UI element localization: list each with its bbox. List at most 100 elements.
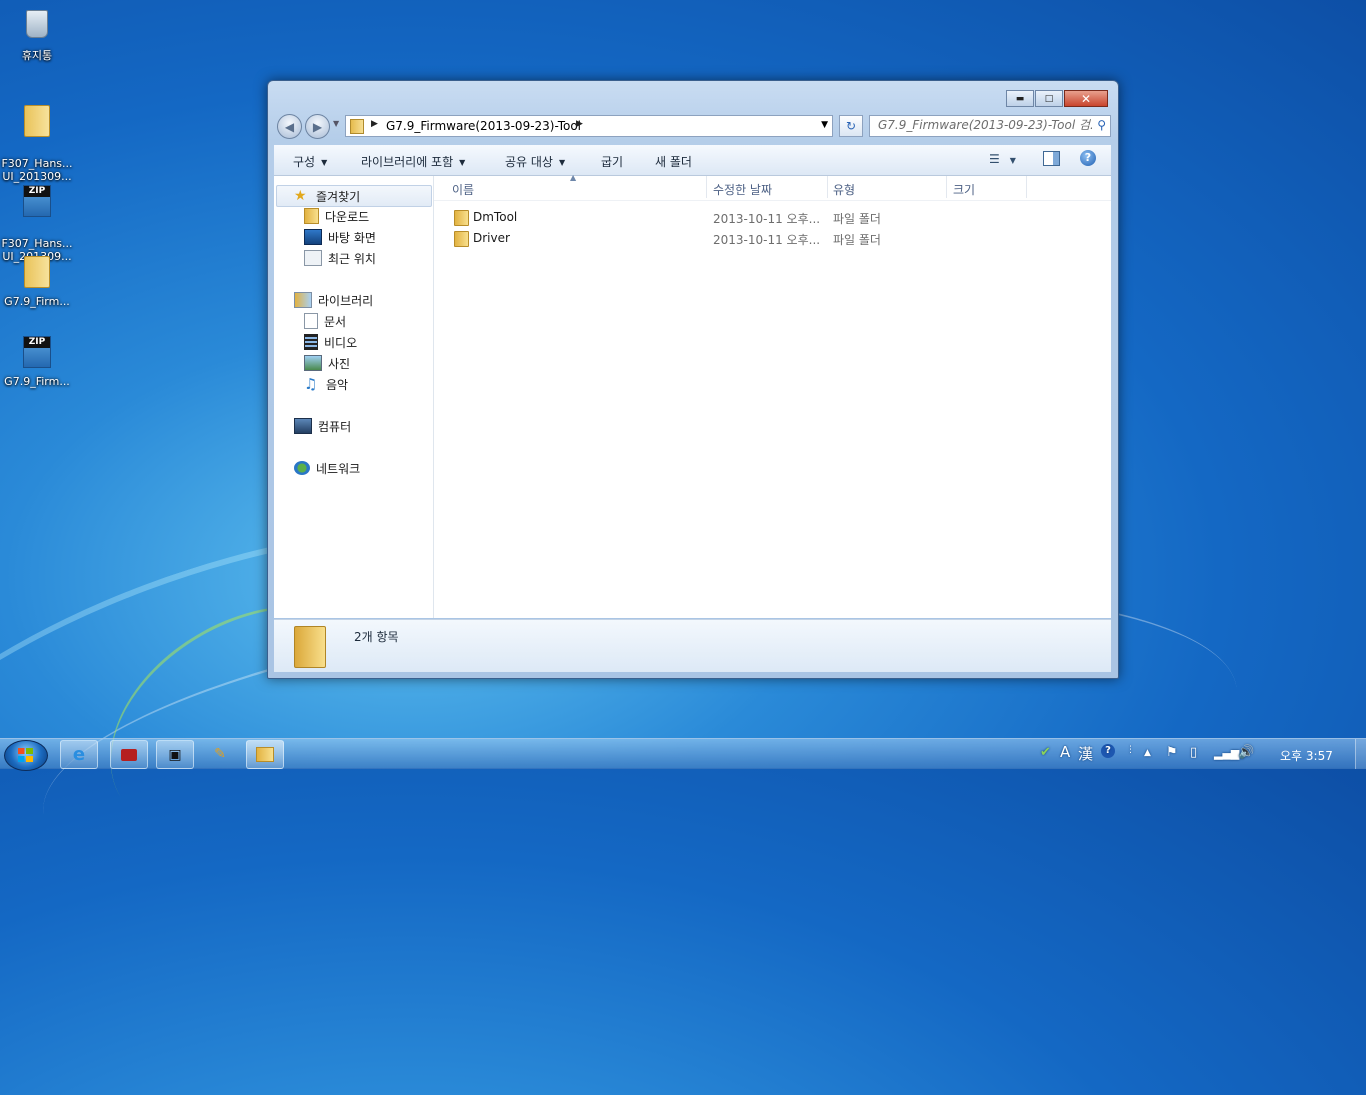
forward-button[interactable]: ▶ <box>305 114 330 139</box>
column-type[interactable]: 유형 <box>833 181 855 198</box>
system-clock[interactable]: 오후 3:57 <box>1280 747 1333 764</box>
file-list: ▲ 이름 수정한 날짜 유형 크기 DmTool 2013-10-11 오후..… <box>434 173 1111 618</box>
file-row[interactable]: Driver 2013-10-11 오후... 파일 폴더 <box>446 228 1106 248</box>
new-folder-button[interactable]: 새 폴더 <box>655 153 692 170</box>
folder-icon <box>256 747 274 762</box>
address-bar[interactable]: ▶ G7.9_Firmware(2013-09-23)-Tool ▶ ▼ <box>345 115 833 137</box>
nav-videos[interactable]: 비디오 <box>304 332 357 352</box>
file-row[interactable]: DmTool 2013-10-11 오후... 파일 폴더 <box>446 207 1106 227</box>
taskbar-paint-app[interactable]: ✎ <box>202 740 238 767</box>
chevron-down-icon: ▼ <box>321 158 328 167</box>
view-options-button[interactable]: ☰ ▼ <box>989 152 1016 166</box>
chevron-down-icon: ▼ <box>459 158 466 167</box>
chevron-down-icon: ▼ <box>1009 156 1016 165</box>
breadcrumb-current-folder[interactable]: G7.9_Firmware(2013-09-23)-Tool <box>386 119 581 133</box>
navigation-bar: ◀ ▶ ▼ ▶ G7.9_Firmware(2013-09-23)-Tool ▶… <box>276 113 1111 139</box>
nav-recent-places[interactable]: 최근 위치 <box>304 248 376 268</box>
search-box[interactable]: ⚲ <box>869 115 1111 137</box>
ime-help-icon[interactable]: ? <box>1101 744 1115 758</box>
show-hidden-icons-chevron-icon[interactable]: ▲ <box>1144 748 1151 758</box>
column-divider[interactable] <box>827 176 828 198</box>
command-bar: 구성 ▼ 라이브러리에 포함 ▼ 공유 대상 ▼ 굽기 새 폴더 ☰ ▼ ? <box>274 145 1111 176</box>
column-headers: ▲ 이름 수정한 날짜 유형 크기 <box>434 173 1111 201</box>
column-divider[interactable] <box>706 176 707 198</box>
recent-pages-dropdown[interactable]: ▼ <box>333 119 339 128</box>
desktop-icon-label: G7.9_Firm... <box>4 295 70 308</box>
nav-computer[interactable]: 컴퓨터 <box>294 416 351 436</box>
desktop-icon-g79-zip[interactable]: ZIP G7.9_Firm... <box>0 334 74 388</box>
nav-music[interactable]: ♫ 음악 <box>304 374 348 394</box>
folder-icon <box>454 231 469 247</box>
internet-explorer-icon: e <box>72 744 86 765</box>
ime-mode-indicator[interactable]: A <box>1060 743 1070 761</box>
breadcrumb-arrow-icon[interactable]: ▶ <box>576 119 583 129</box>
share-with-menu[interactable]: 공유 대상 ▼ <box>505 153 565 170</box>
organize-menu[interactable]: 구성 ▼ <box>293 153 327 170</box>
nav-favorites[interactable]: ★ 즐겨찾기 <box>276 185 432 207</box>
preview-pane-button[interactable] <box>1043 151 1060 166</box>
back-button[interactable]: ◀ <box>277 114 302 139</box>
help-button[interactable]: ? <box>1080 150 1096 166</box>
explorer-window: ▬ □ ✕ ◀ ▶ ▼ ▶ G7.9_Firmware(2013-09-23)-… <box>267 80 1119 679</box>
column-divider[interactable] <box>946 176 947 198</box>
column-divider[interactable] <box>1026 176 1027 198</box>
ime-hanja-indicator[interactable]: 漢 <box>1078 743 1093 764</box>
burn-button[interactable]: 굽기 <box>601 153 623 170</box>
ime-options-icon[interactable]: ⋮ <box>1126 745 1135 755</box>
windows-logo-icon <box>18 748 33 762</box>
libraries-icon <box>294 292 312 308</box>
computer-icon <box>294 418 312 434</box>
downloads-folder-icon <box>304 208 319 224</box>
close-button[interactable]: ✕ <box>1064 90 1108 107</box>
back-arrow-icon: ◀ <box>284 119 295 134</box>
minimize-button[interactable]: ▬ <box>1006 90 1034 107</box>
forward-arrow-icon: ▶ <box>312 119 323 134</box>
show-desktop-button[interactable] <box>1355 739 1366 769</box>
language-bar-icon[interactable]: ✔ <box>1040 745 1051 760</box>
folder-icon <box>454 210 469 226</box>
volume-icon[interactable]: 🔊 <box>1238 745 1254 760</box>
desktop-icon-recycle-bin[interactable]: 휴지통 <box>0 6 74 62</box>
refresh-button[interactable]: ↻ <box>839 115 863 137</box>
nav-desktop[interactable]: 바탕 화면 <box>304 227 376 247</box>
column-name[interactable]: 이름 <box>452 181 474 198</box>
maximize-button[interactable]: □ <box>1035 90 1063 107</box>
document-icon <box>304 313 318 329</box>
address-history-dropdown[interactable]: ▼ <box>821 120 828 130</box>
refresh-icon: ↻ <box>845 119 857 133</box>
network-signal-icon[interactable]: ▂▄▆ <box>1214 747 1239 760</box>
nav-network[interactable]: 네트워크 <box>294 458 360 478</box>
network-globe-icon <box>294 461 310 475</box>
column-size[interactable]: 크기 <box>953 181 975 198</box>
pictures-icon <box>304 355 322 371</box>
action-center-flag-icon[interactable]: ⚑ <box>1166 745 1178 760</box>
view-list-icon: ☰ <box>989 152 1000 166</box>
taskbar-internet-explorer[interactable]: e <box>60 740 98 769</box>
search-input[interactable] <box>870 116 1092 134</box>
video-icon <box>304 334 318 350</box>
column-date-modified[interactable]: 수정한 날짜 <box>713 181 772 198</box>
folder-icon <box>350 119 364 134</box>
breadcrumb-arrow-icon[interactable]: ▶ <box>371 119 378 129</box>
nav-libraries[interactable]: 라이브러리 <box>294 290 373 310</box>
details-pane: 2개 항목 <box>274 619 1111 672</box>
taskbar-toolbox-app[interactable] <box>110 740 148 769</box>
chevron-down-icon: ▼ <box>558 158 566 167</box>
zip-file-icon: ZIP <box>20 336 54 372</box>
start-button[interactable] <box>4 740 48 771</box>
search-icon[interactable]: ⚲ <box>1097 118 1106 132</box>
include-in-library-menu[interactable]: 라이브러리에 포함 ▼ <box>361 153 465 170</box>
item-count: 2개 항목 <box>354 630 399 644</box>
crop-icon: ▣ <box>168 746 182 763</box>
window-controls: ▬ □ ✕ <box>1006 90 1108 107</box>
safely-remove-hardware-icon[interactable]: ▯ <box>1190 745 1197 760</box>
paint-icon: ✎ <box>214 745 226 762</box>
nav-documents[interactable]: 문서 <box>304 311 346 331</box>
nav-pictures[interactable]: 사진 <box>304 353 350 373</box>
desktop-icon <box>304 229 322 245</box>
nav-downloads[interactable]: 다운로드 <box>304 206 369 226</box>
music-note-icon: ♫ <box>304 375 318 393</box>
taskbar-windows-explorer[interactable] <box>246 740 284 769</box>
taskbar-snipping-tool[interactable]: ▣ <box>156 740 194 769</box>
desktop-icon-g79-folder[interactable]: G7.9_Firm... <box>0 252 74 308</box>
